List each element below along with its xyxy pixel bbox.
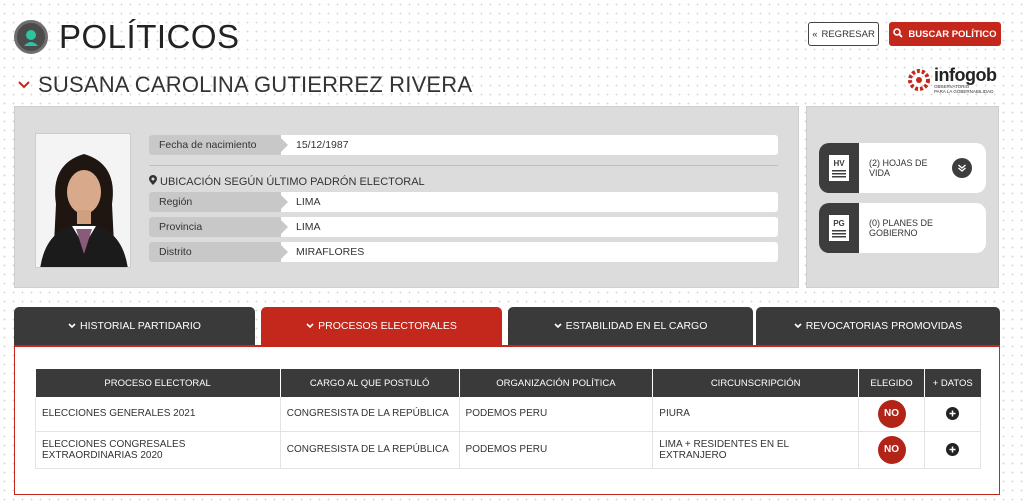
column-header: PROCESO ELECTORAL: [35, 369, 281, 397]
location-heading-text: UBICACIÓN SEGÚN ÚLTIMO PADRÓN ELECTORAL: [160, 175, 425, 188]
cargo-cell: CONGRESISTA DE LA REPÚBLICA: [280, 397, 460, 432]
resume-card-label: (2) HOJAS DE VIDA: [869, 158, 928, 178]
location-pin-icon: [149, 175, 157, 188]
person-name: SUSANA CAROLINA GUTIERREZ RIVERA: [38, 72, 473, 97]
circunscripcion-cell: PIURA: [652, 397, 860, 432]
electoral-processes-table: PROCESO ELECTORAL CARGO AL QUE POSTULÓ O…: [35, 369, 981, 469]
proceso-cell: ELECCIONES GENERALES 2021: [35, 397, 281, 432]
column-header: CIRCUNSCRIPCIÓN: [652, 369, 860, 397]
column-header: ORGANIZACIÓN POLÍTICA: [459, 369, 654, 397]
chevron-down-icon[interactable]: [14, 75, 34, 95]
column-header: ELEGIDO: [858, 369, 926, 397]
elegido-cell: NO: [858, 397, 926, 432]
organizacion-cell: PODEMOS PERU: [459, 431, 654, 469]
province-label: Provincia: [149, 217, 288, 237]
chevron-down-icon: [794, 320, 802, 332]
district-label: Distrito: [149, 242, 288, 262]
politician-icon: [14, 20, 48, 54]
government-plans-label: (0) PLANES DE GOBIERNO: [869, 218, 934, 238]
plus-circle-icon[interactable]: [946, 407, 959, 421]
double-chevron-left-icon: «: [812, 28, 818, 40]
chevron-down-icon: [68, 320, 76, 332]
tab-revocatorias-promovidas[interactable]: REVOCATORIAS PROMOVIDAS: [756, 307, 1000, 345]
search-icon: [893, 27, 904, 41]
brand-name: infogob: [934, 65, 997, 85]
page-header: POLÍTICOS: [14, 18, 240, 56]
region-label: Región: [149, 192, 288, 212]
tab-procesos-electorales[interactable]: PROCESOS ELECTORALES: [261, 307, 502, 345]
chevron-down-icon: [306, 320, 314, 332]
birth-date-row: Fecha de nacimiento 15/12/1987: [149, 135, 778, 155]
chevron-down-circle-icon[interactable]: [952, 158, 972, 178]
search-politician-button[interactable]: BUSCAR POLÍTICO: [889, 22, 1001, 46]
column-header: + DATOS: [924, 369, 981, 397]
table-row: ELECCIONES CONGRESALES EXTRAORDINARIAS 2…: [35, 431, 981, 469]
proceso-cell: ELECCIONES CONGRESALES EXTRAORDINARIAS 2…: [35, 431, 281, 469]
infogob-emblem-icon: [908, 69, 930, 91]
province-row: Provincia LIMA: [149, 217, 778, 237]
plan-document-icon: PG: [819, 203, 859, 253]
elected-status-badge: NO: [877, 399, 906, 428]
resume-document-icon: HV: [819, 143, 859, 193]
location-heading: UBICACIÓN SEGÚN ÚLTIMO PADRÓN ELECTORAL: [149, 175, 425, 188]
table-header-row: PROCESO ELECTORAL CARGO AL QUE POSTULÓ O…: [35, 369, 981, 397]
region-row: Región LIMA: [149, 192, 778, 212]
page-title: POLÍTICOS: [59, 18, 240, 55]
birth-date-value: 15/12/1987: [296, 139, 349, 151]
svg-text:HV: HV: [833, 159, 845, 168]
divider: [149, 165, 778, 166]
column-header: CARGO AL QUE POSTULÓ: [280, 369, 460, 397]
back-button[interactable]: « REGRESAR: [808, 22, 879, 46]
person-name-row[interactable]: SUSANA CAROLINA GUTIERREZ RIVERA: [14, 72, 472, 98]
resume-card[interactable]: HV (2) HOJAS DE VIDA: [819, 143, 986, 193]
tab-label: PROCESOS ELECTORALES: [318, 320, 457, 332]
tab-label: ESTABILIDAD EN EL CARGO: [565, 320, 708, 332]
profile-panel: Fecha de nacimiento 15/12/1987 UBICACIÓN…: [14, 106, 799, 288]
government-plans-card[interactable]: PG (0) PLANES DE GOBIERNO: [819, 203, 986, 253]
tab-historial-partidario[interactable]: HISTORIAL PARTIDARIO: [14, 307, 255, 345]
birth-date-label: Fecha de nacimiento: [149, 135, 288, 155]
district-value: MIRAFLORES: [296, 246, 365, 258]
elected-status-badge: NO: [877, 435, 906, 464]
circunscripcion-cell: LIMA + RESIDENTES EN EL EXTRANJERO: [652, 431, 860, 469]
infogob-logo: infogob OBSERVATORIO PARA LA GOBERNABILI…: [908, 62, 1003, 98]
district-row: Distrito MIRAFLORES: [149, 242, 778, 262]
back-button-label: REGRESAR: [821, 28, 875, 40]
svg-text:PG: PG: [833, 219, 845, 228]
more-data-cell[interactable]: [924, 431, 981, 469]
plus-circle-icon[interactable]: [946, 443, 959, 456]
more-data-cell[interactable]: [924, 397, 981, 432]
elegido-cell: NO: [858, 431, 926, 469]
organizacion-cell: PODEMOS PERU: [459, 397, 654, 432]
tab-estabilidad-en-el-cargo[interactable]: ESTABILIDAD EN EL CARGO: [508, 307, 753, 345]
brand-subtitle-2: PARA LA GOBERNABILIDAD: [934, 89, 994, 94]
table-row: ELECCIONES GENERALES 2021 CONGRESISTA DE…: [35, 397, 981, 432]
chevron-down-icon: [554, 320, 562, 332]
search-button-label: BUSCAR POLÍTICO: [908, 28, 997, 40]
electoral-processes-panel: PROCESO ELECTORAL CARGO AL QUE POSTULÓ O…: [14, 345, 1000, 495]
tab-label: HISTORIAL PARTIDARIO: [80, 320, 201, 332]
documents-panel: HV (2) HOJAS DE VIDA PG (0) PLANES DE GO…: [806, 106, 999, 288]
profile-photo: [35, 133, 131, 268]
cargo-cell: CONGRESISTA DE LA REPÚBLICA: [280, 431, 460, 469]
tab-label: REVOCATORIAS PROMOVIDAS: [805, 320, 963, 332]
